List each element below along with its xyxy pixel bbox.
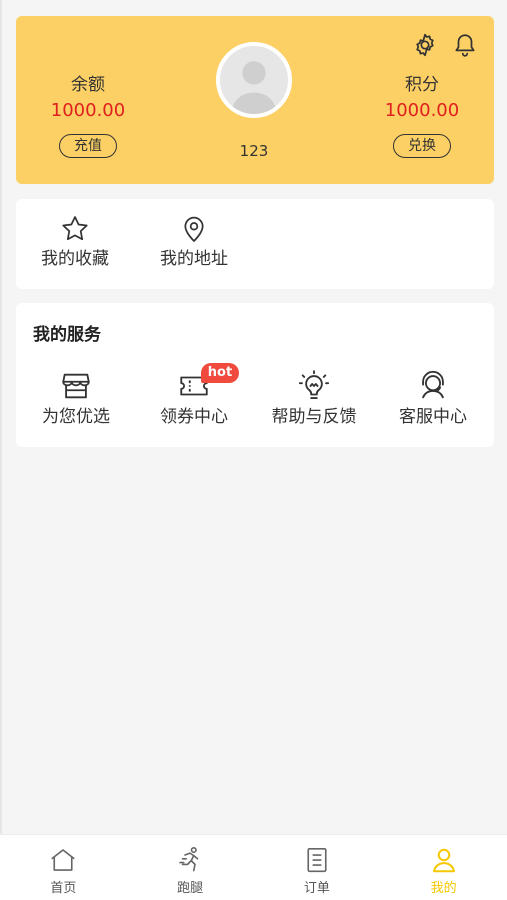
avatar[interactable] — [216, 42, 292, 118]
runner-icon — [179, 846, 199, 872]
tab-mine[interactable]: 我的 — [380, 835, 507, 900]
tab-orders-label: 订单 — [303, 881, 330, 896]
help-feedback-item[interactable]: 帮助与反馈 — [254, 369, 374, 429]
points-value: 1000.00 — [384, 100, 460, 121]
lightbulb-icon — [298, 370, 330, 399]
gear-icon[interactable] — [412, 32, 438, 58]
recharge-button[interactable]: 充值 — [59, 134, 117, 158]
location-pin-icon — [184, 216, 204, 242]
help-feedback-label: 帮助与反馈 — [271, 407, 357, 427]
order-list-icon — [307, 847, 327, 873]
quick-links-card: 我的收藏 我的地址 — [16, 199, 494, 289]
username: 123 — [239, 142, 269, 160]
favorites-label: 我的收藏 — [41, 249, 109, 269]
tab-errand[interactable]: 跑腿 — [127, 835, 254, 900]
points-section: 积分 1000.00 兑换 — [362, 74, 482, 158]
home-icon — [51, 849, 76, 871]
tab-home[interactable]: 首页 — [0, 835, 127, 900]
recommended-item[interactable]: 为您优选 — [16, 369, 136, 429]
exchange-button[interactable]: 兑换 — [393, 134, 451, 158]
address-item[interactable]: 我的地址 — [144, 213, 244, 271]
balance-value: 1000.00 — [50, 100, 126, 121]
screen-edge — [0, 0, 2, 900]
header-actions — [412, 32, 478, 58]
tab-home-label: 首页 — [50, 881, 77, 896]
coupon-center-label: 领券中心 — [160, 407, 228, 427]
customer-service-label: 客服中心 — [399, 407, 467, 427]
bottom-tab-bar: 首页 跑腿 订单 我的 — [0, 834, 507, 900]
tab-errand-label: 跑腿 — [177, 881, 204, 896]
services-card: 我的服务 为您优选 领券中心 帮助与反馈 客服中心 — [16, 303, 494, 447]
bell-icon[interactable] — [452, 32, 478, 58]
hot-badge: hot — [201, 363, 239, 383]
profile-header-card: 余额 1000.00 充值 123 积分 1000.00 兑换 — [16, 16, 494, 184]
address-label: 我的地址 — [160, 249, 228, 269]
points-label: 积分 — [405, 75, 439, 95]
services-title: 我的服务 — [33, 325, 101, 345]
star-icon — [62, 216, 88, 241]
balance-label: 余额 — [71, 75, 105, 95]
balance-section: 余额 1000.00 充值 — [28, 74, 148, 158]
tab-orders[interactable]: 订单 — [254, 835, 381, 900]
customer-service-item[interactable]: 客服中心 — [373, 369, 493, 429]
tab-mine-label: 我的 — [430, 881, 457, 896]
customer-service-icon — [422, 370, 444, 399]
favorites-item[interactable]: 我的收藏 — [25, 213, 125, 271]
user-icon — [432, 848, 455, 873]
default-avatar-icon — [220, 46, 288, 114]
store-icon — [62, 373, 90, 399]
recommended-label: 为您优选 — [42, 407, 110, 427]
